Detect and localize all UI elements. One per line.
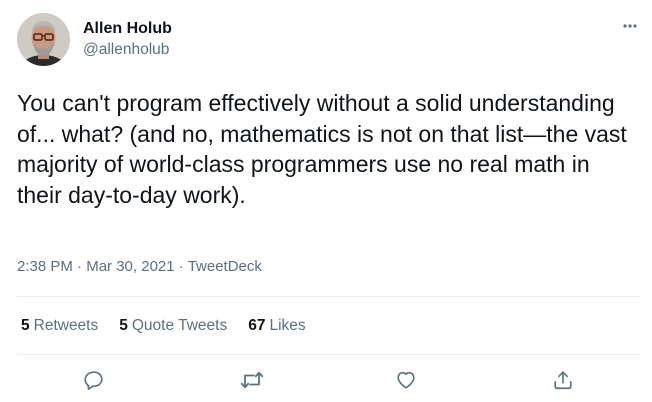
- retweets-stat[interactable]: 5 Retweets: [21, 317, 98, 335]
- quote-tweets-count: 5: [119, 317, 128, 334]
- retweet-icon: [240, 371, 264, 389]
- quote-tweets-label: Quote Tweets: [131, 317, 228, 334]
- reply-button[interactable]: [81, 367, 107, 393]
- reply-icon: [84, 371, 103, 390]
- share-button[interactable]: [550, 367, 576, 393]
- heart-icon: [397, 371, 415, 389]
- likes-count: 67: [248, 317, 266, 334]
- more-options-button[interactable]: [616, 16, 644, 36]
- divider: [17, 354, 640, 355]
- like-button[interactable]: [393, 367, 419, 393]
- tweet-date: Mar 30, 2021: [86, 258, 175, 275]
- share-icon: [554, 371, 572, 390]
- likes-label: Likes: [269, 317, 306, 334]
- retweets-count: 5: [21, 317, 30, 334]
- quote-tweets-stat[interactable]: 5 Quote Tweets: [119, 317, 227, 335]
- tweet-text: You can't program effectively without a …: [17, 90, 627, 208]
- avatar[interactable]: [17, 13, 70, 66]
- meta-separator: ·: [178, 258, 184, 275]
- divider: [17, 296, 640, 297]
- avatar-image: [17, 13, 70, 66]
- retweet-button[interactable]: [239, 367, 265, 393]
- author-handle[interactable]: @allenholub: [83, 41, 169, 59]
- tweet-detail: Allen Holub @allenholub You can't progra…: [0, 0, 652, 402]
- engagement-stats: 5 Retweets 5 Quote Tweets 67 Likes: [21, 317, 327, 335]
- retweets-label: Retweets: [33, 317, 99, 334]
- meta-separator: ·: [77, 258, 83, 275]
- tweet-metadata: 2:38 PM · Mar 30, 2021 · TweetDeck: [17, 258, 262, 275]
- tweet-time: 2:38 PM: [17, 258, 73, 275]
- more-horizontal-icon: [623, 24, 637, 28]
- tweet-timestamp-link[interactable]: 2:38 PM · Mar 30, 2021: [17, 258, 175, 275]
- likes-stat[interactable]: 67 Likes: [248, 317, 305, 335]
- author-name[interactable]: Allen Holub: [83, 20, 172, 38]
- tweet-source-link[interactable]: TweetDeck: [188, 258, 262, 275]
